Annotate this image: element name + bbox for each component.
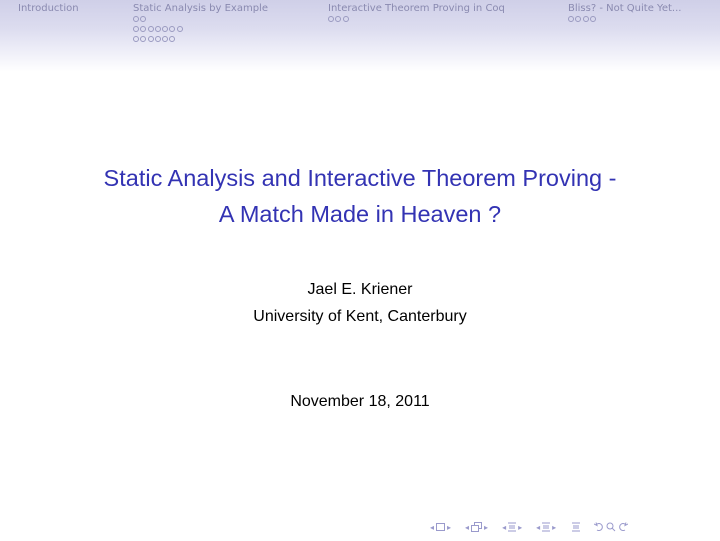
frame-dot[interactable] xyxy=(589,16,596,22)
frame-dot[interactable] xyxy=(582,16,589,22)
right-arrow-icon[interactable]: ▸ xyxy=(484,523,488,532)
back-icon[interactable] xyxy=(594,522,604,532)
frame-dot[interactable] xyxy=(162,26,169,32)
left-arrow-icon[interactable]: ◂ xyxy=(430,523,434,532)
nav-section-title[interactable]: Bliss? - Not Quite Yet... xyxy=(568,3,681,15)
frame-dot[interactable] xyxy=(133,26,139,32)
forward-icon[interactable] xyxy=(618,522,629,532)
subsection-dot-row xyxy=(328,16,505,25)
right-arrow-icon[interactable]: ▸ xyxy=(552,523,556,532)
title-line-2: A Match Made in Heaven ? xyxy=(218,201,502,227)
frame-dot[interactable] xyxy=(133,16,139,22)
nav-section-title[interactable]: Introduction xyxy=(18,3,79,15)
nav-section-theorem-proving: Interactive Theorem Proving in Coq xyxy=(328,3,505,25)
left-arrow-icon[interactable]: ◂ xyxy=(502,523,506,532)
frame-dot[interactable] xyxy=(169,26,176,32)
frame-dot[interactable] xyxy=(575,16,582,22)
nav-section-title[interactable]: Static Analysis by Example xyxy=(133,3,268,15)
align-button[interactable] xyxy=(572,522,581,532)
section-alt-nav-button[interactable]: ◂ ▸ xyxy=(534,522,558,532)
frame-dot[interactable] xyxy=(140,26,147,32)
slide: Introduction Static Analysis by Example … xyxy=(0,0,720,541)
presentation-date: November 18, 2011 xyxy=(290,393,430,410)
nav-section-introduction: Introduction xyxy=(18,3,79,15)
frame-dot[interactable] xyxy=(140,16,147,22)
subsection-dot-row xyxy=(133,26,268,35)
subsection-dots xyxy=(568,16,681,25)
author-institute: University of Kent, Canterbury xyxy=(253,308,467,325)
frame-dot[interactable] xyxy=(169,36,176,42)
search-controls xyxy=(594,522,629,532)
frame-dot[interactable] xyxy=(342,16,349,22)
subsection-dots xyxy=(328,16,505,25)
title-line-1: Static Analysis and Interactive Theorem … xyxy=(103,165,617,191)
subsection-icon xyxy=(471,522,483,532)
author-name: Jael E. Kriener xyxy=(307,281,413,298)
frame-dot[interactable] xyxy=(568,16,574,22)
frame-dot[interactable] xyxy=(162,36,169,42)
frame-dot[interactable] xyxy=(328,16,334,22)
subsection-nav-button[interactable]: ◂ ▸ xyxy=(463,522,490,532)
left-arrow-icon[interactable]: ◂ xyxy=(465,523,469,532)
frame-dot[interactable] xyxy=(176,26,183,32)
frame-dot[interactable] xyxy=(154,36,161,42)
section-nav-button[interactable]: ◂ ▸ xyxy=(500,522,524,532)
frame-dot[interactable] xyxy=(154,26,161,32)
align-icon xyxy=(572,522,581,532)
subsection-dot-row xyxy=(133,16,268,25)
left-arrow-icon[interactable]: ◂ xyxy=(536,523,540,532)
subsection-dots xyxy=(133,16,268,45)
subsection-dot-row xyxy=(133,36,268,45)
right-arrow-icon[interactable]: ▸ xyxy=(447,523,451,532)
frame-dot[interactable] xyxy=(147,36,154,42)
right-arrow-icon[interactable]: ▸ xyxy=(518,523,522,532)
frame-dot[interactable] xyxy=(335,16,342,22)
section-icon xyxy=(508,522,517,532)
subsection-dot-row xyxy=(568,16,681,25)
frame-dot[interactable] xyxy=(133,36,139,42)
section-alt-icon xyxy=(542,522,551,532)
frame-dot[interactable] xyxy=(147,26,154,32)
nav-section-bliss: Bliss? - Not Quite Yet... xyxy=(568,3,681,25)
nav-section-static-analysis: Static Analysis by Example xyxy=(133,3,268,45)
nav-section-title[interactable]: Interactive Theorem Proving in Coq xyxy=(328,3,505,15)
frame-dot[interactable] xyxy=(140,36,147,42)
frame-nav-button[interactable]: ◂ ▸ xyxy=(428,523,453,532)
presentation-title: Static Analysis and Interactive Theorem … xyxy=(0,160,720,232)
headline-navigation: Introduction Static Analysis by Example … xyxy=(0,0,720,72)
search-icon[interactable] xyxy=(606,522,616,532)
author-info: Jael E. Kriener University of Kent, Cant… xyxy=(0,276,720,330)
beamer-navigation-bar: ◂ ▸ ◂ ▸ ◂ ▸ ◂ ▸ xyxy=(428,520,629,534)
frame-icon xyxy=(436,523,446,531)
